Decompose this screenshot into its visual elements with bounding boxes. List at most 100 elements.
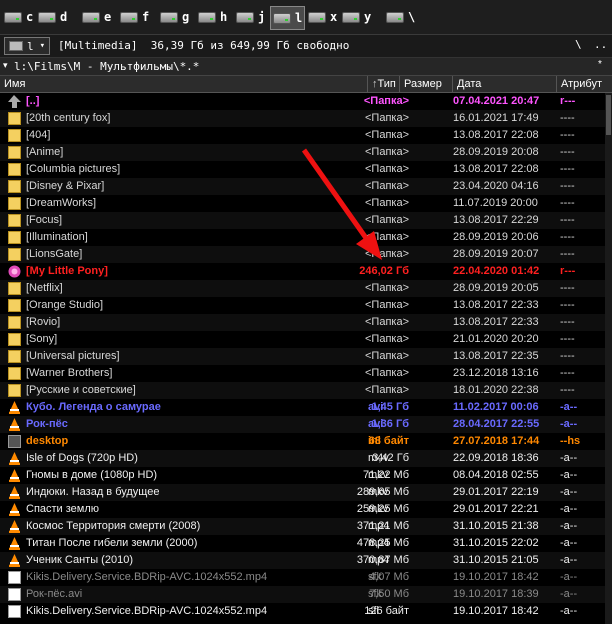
folder-icon [8,333,21,346]
file-date: 28.09.2019 20:05 [453,282,539,294]
header-date[interactable]: Дата [453,76,557,92]
drive-select[interactable]: l ▾ [4,37,50,55]
drive-button-g[interactable]: g [160,6,189,28]
file-row[interactable]: [Focus] <Папка> 13.08.2017 22:29 ---- [0,212,605,229]
file-date: 22.04.2020 01:42 [453,265,540,277]
chevron-down-icon: ▾ [39,41,46,51]
folder-icon [8,163,21,176]
file-row[interactable]: Ученик Санты (2010) mp4 370,87 Мб 31.10.201… [0,552,605,569]
file-row[interactable]: [Disney & Pixar] <Папка> 23.04.2020 04:16 -… [0,178,605,195]
file-date: 23.04.2020 04:16 [453,180,539,192]
file-row[interactable]: Индюки. Назад в будущее mkv 289,65 Мб 29.01… [0,484,605,501]
folder-icon [8,129,21,142]
file-name: Кубо. Легенда о самурае [26,401,161,413]
drive-button-h[interactable]: h [198,6,227,28]
drive-button-x[interactable]: x [308,6,337,28]
scrollbar-thumb[interactable] [606,95,611,135]
file-name: [404] [26,129,51,141]
file-attr: -a-- [560,520,578,532]
file-row[interactable]: [LionsGate] <Папка> 28.09.2019 20:07 ---- [0,246,605,263]
drive-button-c[interactable]: c [4,6,33,28]
file-row[interactable]: Кубо. Легенда о самурае avi 1,45 Гб 11.02.2… [0,399,605,416]
file-name: [..] [26,95,40,107]
current-path-bar: ▾ l:\Films\М - Мультфильмы\*.* * [0,58,612,76]
header-ext[interactable]: ↑Тип [368,76,400,92]
vertical-scrollbar[interactable] [605,93,612,624]
file-row[interactable]: [20th century fox] <Папка> 16.01.2021 17:4… [0,110,605,127]
file-row[interactable]: Рок-пёс avi 1,36 Гб 28.04.2017 22:55 -a-- [0,416,605,433]
drive-button-y[interactable]: y [342,6,371,28]
file-row[interactable]: Титан После гибели земли (2000) mp4 478,25… [0,535,605,552]
file-name: Гномы в доме (1080p HD) [26,469,158,481]
file-row[interactable]: [Illumination] <Папка> 28.09.2019 20:06 ---… [0,229,605,246]
folder-icon [8,367,21,380]
file-row[interactable]: [Sony] <Папка> 21.01.2020 20:20 ---- [0,331,605,348]
file-row[interactable]: [Rovio] <Папка> 13.08.2017 22:33 ---- [0,314,605,331]
vlc-icon [8,401,21,414]
drive-bar: c d e f g h j l x y \ [0,0,612,35]
file-name: Индюки. Назад в будущее [26,486,160,498]
file-row[interactable]: Спасти землю mkv 259,25 Мб 29.01.2017 22:21… [0,501,605,518]
file-size: <Папка> [365,367,409,379]
parent-button[interactable]: .. [594,38,607,51]
file-row[interactable]: desktop ini 68 байт 27.07.2018 17:44 --hs [0,433,605,450]
file-name: Титан После гибели земли (2000) [26,537,198,549]
drive-button-l[interactable]: l [270,6,306,30]
file-row[interactable]: [..] <Папка> 07.04.2021 20:47 r--- [0,93,605,110]
file-date: 13.08.2017 22:08 [453,163,539,175]
file-name: [Anime] [26,146,64,158]
file-row[interactable]: [Columbia pictures] <Папка> 13.08.2017 22:… [0,161,605,178]
drive-letter: x [330,10,338,24]
file-attr: ---- [560,248,575,260]
file-size: <Папка> [365,112,409,124]
drive-letter: j [258,10,266,24]
file-row[interactable]: [Orange Studio] <Папка> 13.08.2017 22:33 --… [0,297,605,314]
file-row[interactable]: Гномы в доме (1080p HD) mkv 71,22 Мб 08.04.… [0,467,605,484]
vlc-icon [8,469,21,482]
header-attr[interactable]: Атрибут [557,76,612,92]
volume-bar: l ▾ [Multimedia] 36,39 Гб из 649,99 Гб с… [0,35,612,58]
file-attr: ---- [560,316,575,328]
file-size: 68 байт [368,435,409,447]
file-row[interactable]: Космос Территория смерти (2008) mp4 371,21… [0,518,605,535]
drive-button-f[interactable]: f [120,6,149,28]
favorites-icon[interactable]: * [598,59,602,70]
header-name[interactable]: Имя [0,76,368,92]
file-date: 13.08.2017 22:08 [453,129,539,141]
file-row[interactable]: Kikis.Delivery.Service.BDRip-AVC.1024x55… [0,603,605,620]
drive-button-root[interactable]: \ [386,6,415,28]
file-row[interactable]: [My Little Pony] 246,02 Гб 22.04.2020 01:4… [0,263,605,280]
file-row[interactable]: [Warner Brothers] <Папка> 23.12.2018 13:16… [0,365,605,382]
folder-icon [8,282,21,295]
history-dropdown-icon[interactable]: ▾ [3,60,8,71]
file-name: Рок-пёс.avi [26,588,83,600]
folder-icon [8,299,21,312]
root-button[interactable]: \ [575,38,582,51]
drive-icon [386,11,404,23]
file-row[interactable]: Рок-пёс.avi sfk 7,50 Мб 19.10.2017 18:39 -a-… [0,586,605,603]
folder-icon [8,231,21,244]
drive-letter: y [364,10,372,24]
file-row[interactable]: [Netflix] <Папка> 28.09.2019 20:05 ---- [0,280,605,297]
drive-button-j[interactable]: j [236,6,265,28]
drive-button-e[interactable]: e [82,6,111,28]
file-row[interactable]: [Universal pictures] <Папка> 13.08.2017 22… [0,348,605,365]
file-row[interactable]: [DreamWorks] <Папка> 11.07.2019 20:00 ---- [0,195,605,212]
file-row[interactable]: Isle of Dogs (720p HD) m4v 3,42 Гб 22.09.20… [0,450,605,467]
file-row[interactable]: [Anime] <Папка> 28.09.2019 20:08 ---- [0,144,605,161]
file-attr: -a-- [560,418,578,430]
file-name: [Rovio] [26,316,61,328]
drive-button-d[interactable]: d [38,6,67,28]
file-date: 29.01.2017 22:19 [453,486,539,498]
file-row[interactable]: [Русские и советские] <Папка> 18.01.2020 2… [0,382,605,399]
vlc-icon [8,503,21,516]
drive-letter: e [104,10,112,24]
file-name: [Columbia pictures] [26,163,121,175]
file-size: <Папка> [365,231,409,243]
header-size[interactable]: Размер [400,76,453,92]
file-row[interactable]: [404] <Папка> 13.08.2017 22:08 ---- [0,127,605,144]
folder-icon [8,180,21,193]
file-date: 13.08.2017 22:29 [453,214,539,226]
file-date: 16.01.2021 17:49 [453,112,539,124]
file-row[interactable]: Kikis.Delivery.Service.BDRip-AVC.1024x55… [0,569,605,586]
